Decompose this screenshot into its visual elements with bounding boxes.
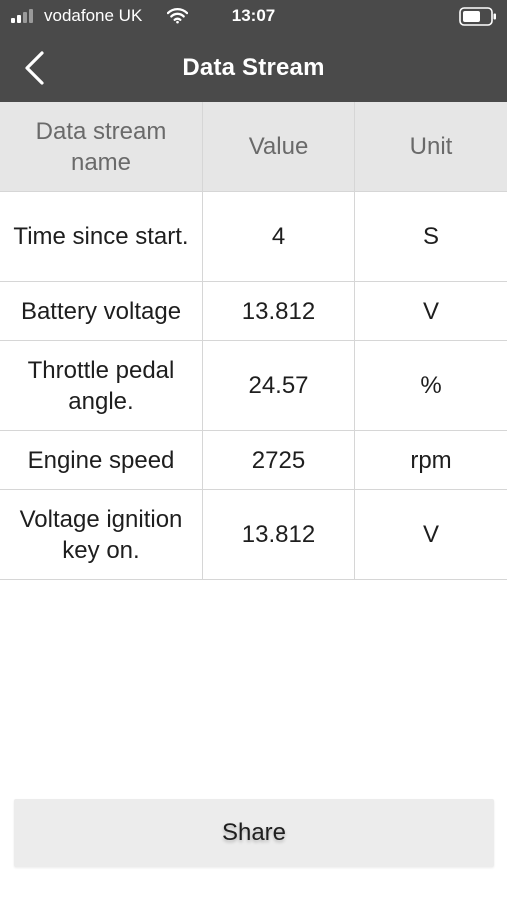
row-unit-cell: rpm xyxy=(410,446,452,474)
row-unit-cell: V xyxy=(422,297,439,325)
column-header-value: Value xyxy=(203,102,355,191)
row-value-cell: 13.812 xyxy=(203,490,355,579)
share-button[interactable]: Share xyxy=(14,799,494,867)
row-unit-cell: S xyxy=(422,223,439,250)
table-row: Throttle pedal angle. 24.57 % xyxy=(0,341,507,431)
row-name-cell: Battery voltage xyxy=(0,282,203,340)
row-value-cell: 2725 xyxy=(203,431,355,489)
data-stream-screen: vodafone UK 13:07 Data Stream Data strea… xyxy=(0,0,507,900)
row-name-cell: Time since start. xyxy=(0,192,203,281)
row-value-cell: 24.57 xyxy=(203,341,355,430)
clock-time: 13:07 xyxy=(231,6,276,25)
table-row: Voltage ignition key on. 13.812 V xyxy=(0,490,507,580)
table-header-row: Data stream name Value Unit xyxy=(0,102,507,192)
row-unit-cell: V xyxy=(422,521,439,548)
header: vodafone UK 13:07 Data Stream xyxy=(0,0,507,102)
column-header-unit: Unit xyxy=(409,133,453,160)
page-title: Data Stream xyxy=(182,54,325,81)
row-unit-cell: % xyxy=(420,372,442,399)
table-row: Time since start. 4 S xyxy=(0,192,507,282)
column-header-name: Data stream name xyxy=(0,102,203,191)
row-name-cell: Engine speed xyxy=(0,431,203,489)
row-name-cell: Throttle pedal angle. xyxy=(0,341,203,430)
row-value-cell: 4 xyxy=(203,192,355,281)
share-button-label: Share xyxy=(221,819,287,846)
table-row: Battery voltage 13.812 V xyxy=(0,282,507,341)
data-stream-table: Data stream name Value Unit Time since s… xyxy=(0,102,507,580)
battery-icon xyxy=(459,7,496,26)
row-name-cell: Voltage ignition key on. xyxy=(0,490,203,579)
navigation-bar: Data Stream xyxy=(0,34,507,102)
row-value-cell: 13.812 xyxy=(203,282,355,340)
table-row: Engine speed 2725 rpm xyxy=(0,431,507,490)
status-bar: vodafone UK 13:07 xyxy=(0,0,507,34)
